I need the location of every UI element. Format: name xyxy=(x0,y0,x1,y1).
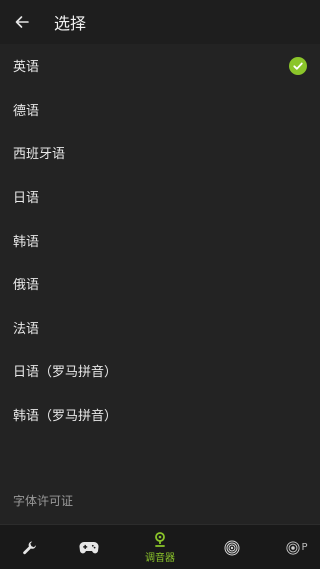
language-item-german[interactable]: 德语 xyxy=(0,88,320,132)
wrench-icon xyxy=(23,541,36,554)
language-item-spanish[interactable]: 西班牙语 xyxy=(0,131,320,175)
language-label: 韩语（罗马拼音） xyxy=(13,409,118,425)
language-item-korean-romaji[interactable]: 韩语（罗马拼音） xyxy=(0,393,320,437)
fingerprint-icon xyxy=(224,540,240,555)
language-label: 法语 xyxy=(13,321,40,337)
tuner-icon xyxy=(155,531,165,547)
fingerprint-icon xyxy=(286,540,301,555)
nav-tuner-label: 调音器 xyxy=(145,552,175,564)
language-item-french[interactable]: 法语 xyxy=(0,306,320,350)
font-license-link[interactable]: 字体许可证 xyxy=(13,492,73,509)
nav-tools-button[interactable] xyxy=(14,525,46,569)
language-label: 德语 xyxy=(13,103,40,119)
language-label: 俄语 xyxy=(13,278,40,294)
language-item-korean[interactable]: 韩语 xyxy=(0,218,320,262)
language-label: 韩语 xyxy=(13,234,40,250)
language-label: 英语 xyxy=(13,60,40,76)
nav-game-button[interactable] xyxy=(72,525,106,569)
page-title: 选择 xyxy=(54,14,87,33)
nav-fingerprint-button[interactable] xyxy=(218,525,246,569)
language-item-english[interactable]: 英语 xyxy=(0,44,320,88)
language-label: 西班牙语 xyxy=(13,147,66,163)
bottom-navigation: 调音器 P xyxy=(0,524,320,569)
app-header: 选择 xyxy=(0,0,320,44)
gamepad-icon xyxy=(79,541,99,553)
check-circle-icon xyxy=(289,56,307,75)
language-label: 日语（罗马拼音） xyxy=(13,365,118,381)
nav-tuner-button[interactable]: 调音器 xyxy=(138,525,182,569)
back-button[interactable] xyxy=(0,0,44,44)
language-label: 日语 xyxy=(13,191,40,207)
language-item-russian[interactable]: 俄语 xyxy=(0,262,320,306)
nav-partial-label: P xyxy=(301,542,308,553)
language-item-japanese[interactable]: 日语 xyxy=(0,175,320,219)
nav-partial-button[interactable]: P xyxy=(282,525,312,569)
language-item-japanese-romaji[interactable]: 日语（罗马拼音） xyxy=(0,349,320,393)
app-root: 选择 英语 德语 西班牙语 日语 韩语 俄语 法语 日语（罗马拼音） 韩语（罗马… xyxy=(0,0,320,569)
language-list: 英语 德语 西班牙语 日语 韩语 俄语 法语 日语（罗马拼音） 韩语（罗马拼音） xyxy=(0,44,320,436)
back-arrow-icon xyxy=(15,16,29,28)
